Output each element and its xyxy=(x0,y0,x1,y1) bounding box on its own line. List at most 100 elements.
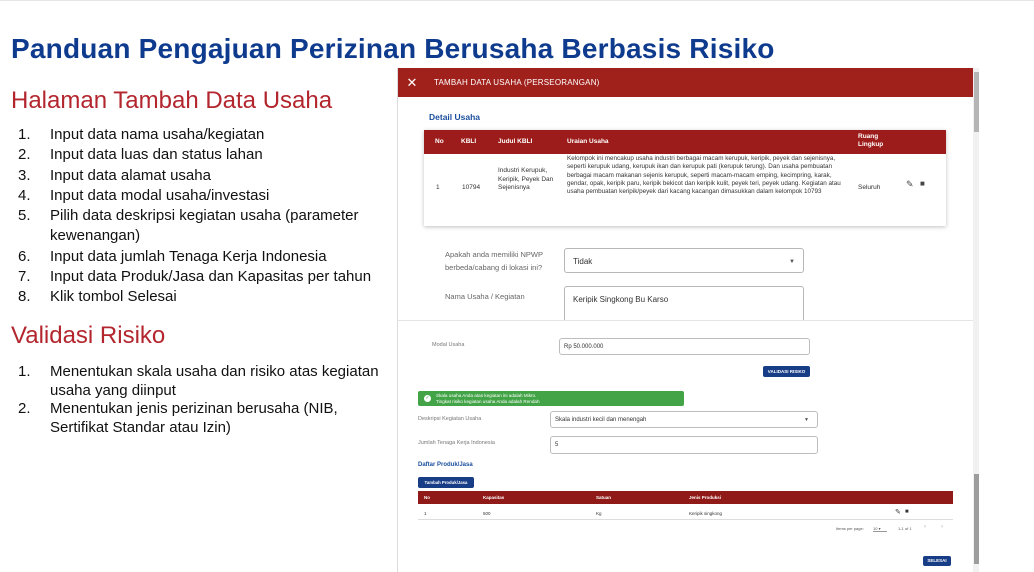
step-number: 6. xyxy=(18,247,31,265)
steps-list-validasi: 1. Menentukan skala usaha dan risiko atas… xyxy=(18,363,390,437)
step-text: Menentukan skala usaha dan risiko atas k… xyxy=(50,363,379,399)
modal-usaha-label: Modal Usaha xyxy=(432,342,465,348)
tambah-produk-button[interactable]: Tambah Produk/Jasa xyxy=(418,477,474,488)
items-per-page-label: Items per page: xyxy=(836,526,864,531)
kbli-ruang: Seluruh xyxy=(858,184,881,191)
step-text: Input data modal usaha/investasi xyxy=(50,186,270,204)
modal-usaha-value: Rp 50.000.000 xyxy=(564,344,604,350)
step-text: Input data nama usaha/kegiatan xyxy=(50,126,265,143)
slide: Panduan Pengajuan Perizinan Berusaha Ber… xyxy=(0,0,1034,572)
step-text: Pilih data deskripsi kegiatan usaha (par… xyxy=(50,207,359,245)
step-number: 4. xyxy=(18,186,31,204)
edit-icon[interactable]: ✎ xyxy=(906,179,914,190)
step-number: 1. xyxy=(18,363,31,380)
prev-page-icon[interactable]: ‹ xyxy=(924,524,926,530)
alert-line-2: Tingkat risiko kegiatan usaha Anda adala… xyxy=(436,399,540,404)
list-item: 2. Input data luas dan status lahan xyxy=(18,145,390,165)
steps-list-tambah-data: 1. Input data nama usaha/kegiatan 2. Input … xyxy=(18,125,390,308)
list-item: 3. Input data alamat usaha xyxy=(18,166,390,186)
deskripsi-select[interactable]: Skala industri kecil dan menengah ▼ xyxy=(550,411,818,428)
col-no: No xyxy=(424,495,430,500)
step-text: Klik tombol Selesai xyxy=(50,288,177,306)
kbli-table: No KBLI Judul KBLI Uraian Usaha Ruang Li… xyxy=(424,130,946,226)
col-no: No xyxy=(435,138,444,145)
close-icon[interactable]: ✕ xyxy=(400,75,424,91)
step-number: 2. xyxy=(18,146,31,164)
check-circle-icon: ✓ xyxy=(424,395,431,402)
table-row: 1 500 Kg Keripik singkong ✎ ■ xyxy=(418,508,953,520)
step-number: 5. xyxy=(18,207,31,225)
form-screenshot: ✕ TAMBAH DATA USAHA (PERSEORANGAN) Detai… xyxy=(397,68,979,572)
nama-usaha-label: Nama Usaha / Kegiatan xyxy=(445,292,525,301)
npwp-select[interactable]: Tidak ▼ xyxy=(564,248,804,273)
col-kapasitas: Kapasitas xyxy=(483,495,505,500)
detail-usaha-title: Detail Usaha xyxy=(429,112,481,122)
col-satuan: Satuan xyxy=(596,495,612,500)
scrollbar-thumb[interactable] xyxy=(974,72,979,132)
list-item: 8. Klik tombol Selesai xyxy=(18,287,390,307)
page-title: Panduan Pengajuan Perizinan Berusaha Ber… xyxy=(11,33,775,64)
top-divider xyxy=(0,0,1034,1)
dialog-header: ✕ TAMBAH DATA USAHA (PERSEORANGAN) xyxy=(398,68,973,97)
trash-icon[interactable]: ■ xyxy=(920,179,925,188)
modal-usaha-input[interactable]: Rp 50.000.000 xyxy=(559,338,810,355)
produk-kapasitas: 500 xyxy=(483,511,491,516)
alert-line-1: Skala usaha Anda atas kegiatan ini adala… xyxy=(436,393,537,398)
dialog-title: TAMBAH DATA USAHA (PERSEORANGAN) xyxy=(434,78,600,87)
kbli-no: 1 xyxy=(436,184,440,191)
validasi-risiko-button[interactable]: VALIDASI RISIKO xyxy=(763,366,810,377)
scrollbar-thumb[interactable] xyxy=(974,474,979,564)
trash-icon[interactable]: ■ xyxy=(905,509,909,515)
screenshot-divider xyxy=(398,320,973,321)
step-text: Input data alamat usaha xyxy=(50,166,211,184)
npwp-label: Apakah anda memiliki NPWP berbeda/cabang… xyxy=(445,250,543,272)
step-number: 3. xyxy=(18,166,31,184)
col-kbli: KBLI xyxy=(461,138,477,145)
page-range: 1-1 of 1 xyxy=(898,526,912,531)
kbli-uraian: Kelompok ini mencakup usaha industri ber… xyxy=(567,155,841,196)
step-text: Input data jumlah Tenaga Kerja Indonesia xyxy=(50,247,327,265)
list-item: 4. Input data modal usaha/investasi xyxy=(18,186,390,206)
list-item: 1. Menentukan skala usaha dan risiko atas… xyxy=(18,363,390,400)
chevron-down-icon: ▼ xyxy=(789,259,795,265)
produk-satuan: Kg xyxy=(596,511,602,516)
scrollbar-bottom[interactable] xyxy=(973,328,979,572)
chevron-down-icon: ▼ xyxy=(804,417,809,423)
selesai-button[interactable]: SELESAI xyxy=(923,556,951,566)
section-heading-tambah-data: Halaman Tambah Data Usaha xyxy=(11,87,333,114)
step-text: Menentukan jenis perizinan berusaha (NIB… xyxy=(50,400,338,436)
list-item: 7. Input data Produk/Jasa dan Kapasitas p… xyxy=(18,267,390,287)
tki-input[interactable]: 5 xyxy=(550,436,818,454)
step-number: 1. xyxy=(18,126,31,143)
col-ruang: Ruang Lingkup xyxy=(858,133,884,148)
step-number: 2. xyxy=(18,400,31,417)
npwp-select-value: Tidak xyxy=(573,257,593,266)
produk-jenis: Keripik singkong xyxy=(689,511,723,516)
tki-label: Jumlah Tenaga Kerja Indonesia xyxy=(418,440,495,446)
scrollbar-top[interactable] xyxy=(973,68,979,328)
kbli-code: 10794 xyxy=(462,184,481,191)
tki-value: 5 xyxy=(555,442,559,448)
kbli-judul: Industri Kerupuk, Keripik, Peyek Dan Sej… xyxy=(498,167,554,192)
nama-usaha-value: Keripik Singkong Bu Karso xyxy=(573,295,669,304)
list-item: 2. Menentukan jenis perizinan berusaha (N… xyxy=(18,400,390,437)
step-number: 7. xyxy=(18,268,31,286)
step-text: Input data Produk/Jasa dan Kapasitas per… xyxy=(50,268,372,286)
deskripsi-label: Deskripsi Kegiatan Usaha xyxy=(418,416,482,422)
risk-alert: ✓ Skala usaha Anda atas kegiatan ini ada… xyxy=(418,391,684,406)
step-text: Input data luas dan status lahan xyxy=(50,146,263,164)
per-page-value: 10 xyxy=(873,526,878,531)
col-uraian: Uraian Usaha xyxy=(567,138,609,145)
col-judul: Judul KBLI xyxy=(498,138,533,145)
items-per-page-select[interactable]: 10 ▾ xyxy=(873,526,887,532)
produk-table-header: No Kapasitas Satuan Jenis Produksi xyxy=(418,491,953,504)
edit-icon[interactable]: ✎ xyxy=(895,508,901,516)
list-item: 5. Pilih data deskripsi kegiatan usaha (p… xyxy=(18,206,390,247)
next-page-icon[interactable]: › xyxy=(941,524,943,530)
list-item: 6. Input data jumlah Tenaga Kerja Indones… xyxy=(18,247,390,267)
nama-usaha-input[interactable]: Keripik Singkong Bu Karso xyxy=(564,286,804,320)
produk-no: 1 xyxy=(424,511,427,516)
step-number: 8. xyxy=(18,288,31,306)
section-heading-validasi: Validasi Risiko xyxy=(11,322,166,349)
list-item: 1. Input data nama usaha/kegiatan xyxy=(18,125,390,145)
